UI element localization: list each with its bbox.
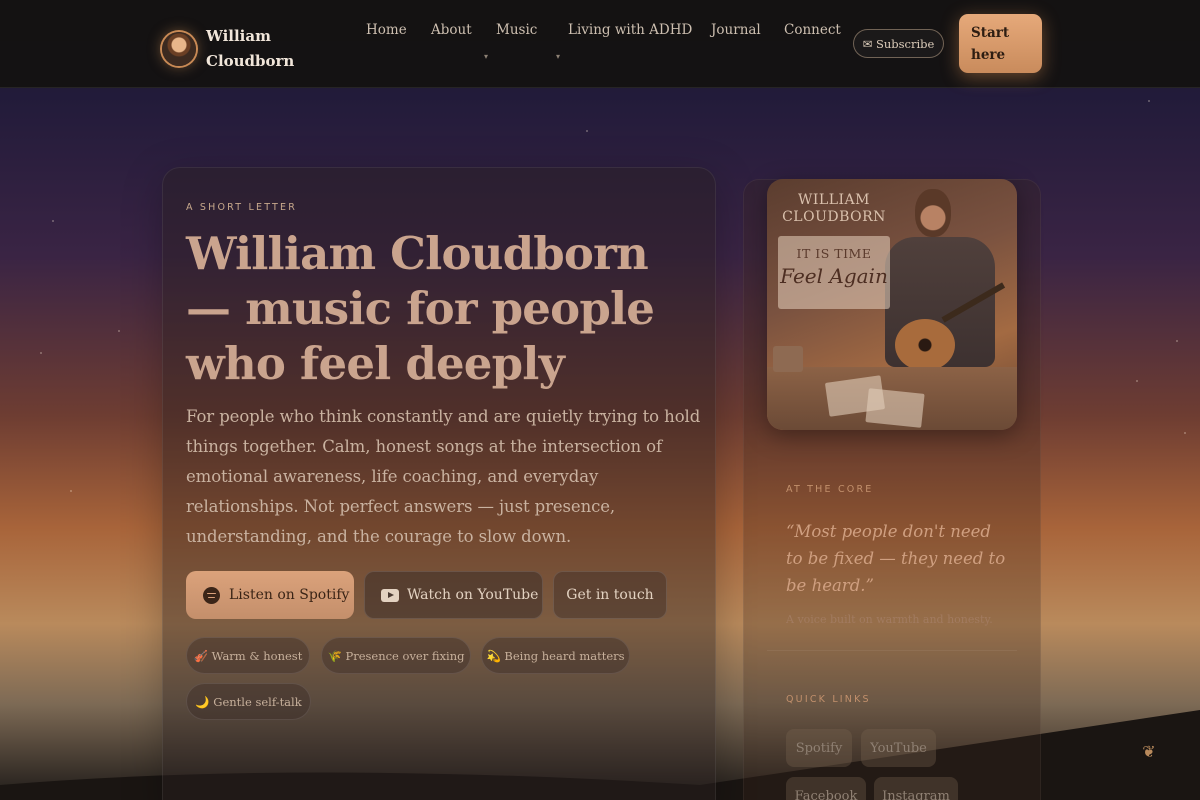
leaf-icon[interactable]: ❦ [1138,740,1160,762]
chip-being-heard: 💫 Being heard matters [481,637,630,674]
listen-spotify-button[interactable]: Listen on Spotify [186,571,354,619]
at-the-core-label: AT THE CORE [786,484,874,495]
hero-lede: For people who think constantly and are … [186,407,701,546]
divider [767,650,1017,651]
cover-banner-line2: Feel Again [780,264,888,288]
cover-banner-line1: IT IS TIME [796,246,872,261]
cover-paper [865,388,925,428]
spotify-icon [203,586,220,604]
start-here-button[interactable]: Start here [959,14,1042,73]
chip-presence-over-fixing: 🌾 Presence over fixing [321,637,471,674]
hero-eyebrow: A SHORT LETTER [186,202,298,213]
cover-mug [773,346,803,372]
cover-artist-name: WILLIAM CLOUDBORN [782,192,886,225]
nav-link-home[interactable]: Home [366,22,407,38]
quick-links-label: QUICK LINKS [786,694,871,705]
watch-youtube-button[interactable]: Watch on YouTube [364,571,543,619]
nav-link-about[interactable]: About [431,22,472,38]
hero-headline: William Cloudborn — music for people who… [186,227,655,390]
brand-name: William Cloudborn [206,27,295,70]
cover-banner: IT IS TIME Feel Again [778,236,890,309]
cover-guitar [895,319,955,371]
subscribe-button[interactable]: ✉ Subscribe [853,29,944,58]
album-cover[interactable]: WILLIAM CLOUDBORN IT IS TIME Feel Again [767,179,1017,430]
watch-youtube-label: Watch on YouTube [407,587,539,603]
get-in-touch-button[interactable]: Get in touch [553,571,667,619]
nav-link-music[interactable]: Music [496,22,537,38]
top-nav: William Cloudborn Home About ▾ Music ▾ L… [0,0,1200,88]
chip-gentle-self-talk: 🌙 Gentle self-talk [186,683,311,720]
quick-link-instagram[interactable]: Instagram [874,777,958,800]
cover-person-head [915,189,951,237]
avatar [162,32,196,66]
about-chevron-down-icon[interactable]: ▾ [484,52,488,61]
core-quote: “Most people don't need to be fixed — th… [786,522,1006,595]
listen-spotify-label: Listen on Spotify [229,587,350,603]
nav-link-journal[interactable]: Journal [711,22,761,38]
chip-warm-honest: 🎻 Warm & honest [186,637,310,674]
music-chevron-down-icon[interactable]: ▾ [556,52,560,61]
quick-link-youtube[interactable]: YouTube [861,729,936,767]
nav-link-adhd[interactable]: Living with ADHD [568,22,692,38]
quick-link-facebook[interactable]: Facebook [786,777,866,800]
brand[interactable]: William Cloudborn [162,24,296,74]
nav-link-connect[interactable]: Connect [784,22,841,38]
youtube-icon [381,588,399,602]
quick-link-spotify[interactable]: Spotify [786,729,852,767]
core-quote-sub: A voice built on warmth and honesty. [786,613,993,626]
